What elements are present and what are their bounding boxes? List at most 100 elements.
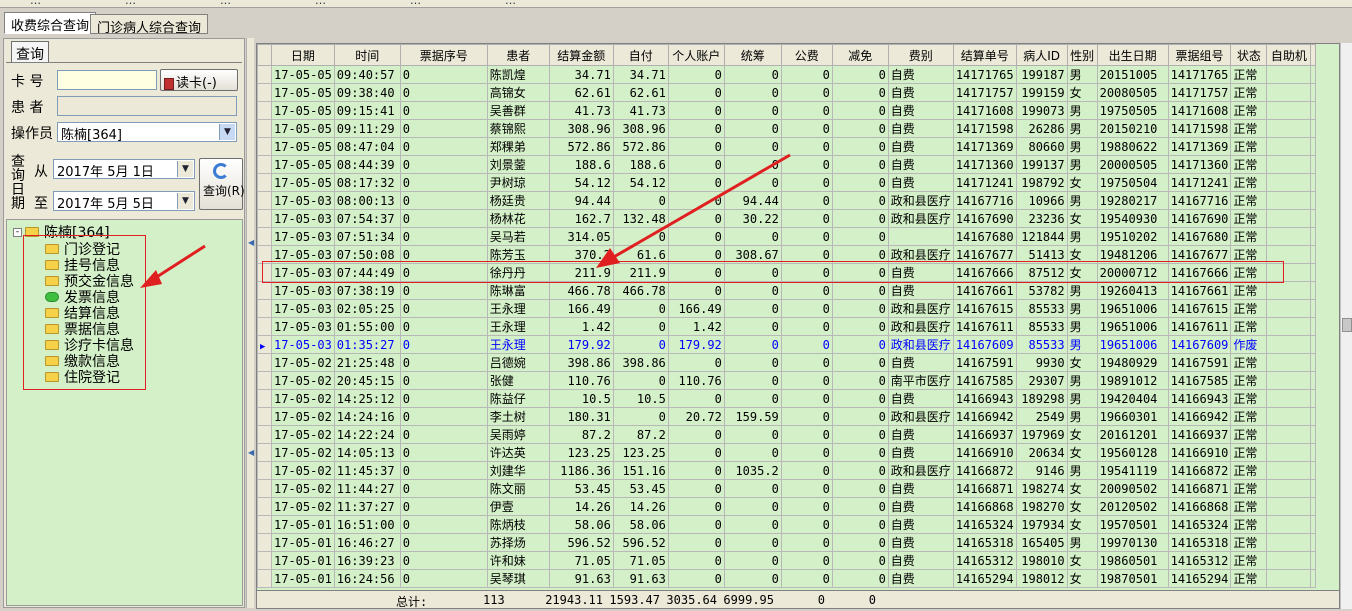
table-row[interactable]: 17-05-03 08:00:13 0 杨廷贵 94.44 0 0 94.44 0 0 政和县医疗 1… <box>257 191 1317 210</box>
patient-field[interactable] <box>57 96 237 116</box>
table-row[interactable]: 17-05-03 07:50:08 0 陈芳玉 370.2 61.6 0 308.67 0 0 政和… <box>257 245 1317 264</box>
row-indicator[interactable] <box>257 515 272 534</box>
chevron-down-icon[interactable]: ▼ <box>177 193 193 209</box>
collapse-icon[interactable]: - <box>13 227 22 237</box>
toolbar-item[interactable]: … <box>125 0 136 7</box>
row-indicator[interactable] <box>257 245 272 264</box>
row-indicator[interactable] <box>257 461 272 480</box>
table-row[interactable]: 17-05-02 11:45:37 0 刘建华 1186.36 151.16 0 1035.2… <box>257 461 1317 480</box>
table-row[interactable]: 17-05-05 08:17:32 0 尹树琼 54.12 54.12 0 0 0 0 自费 1417… <box>257 173 1317 192</box>
row-indicator[interactable]: ▶ <box>257 335 272 354</box>
chevron-down-icon[interactable]: ▼ <box>177 161 193 177</box>
row-indicator[interactable] <box>257 227 272 246</box>
chevron-left-icon[interactable]: ◀ <box>248 448 254 457</box>
records-grid[interactable]: 日期 时间 票据序号 患者 结算金额 自付 个人账户 统筹 公费 减免 费别 结算单号 病人ID 性别 出生… <box>256 43 1340 609</box>
column-header[interactable]: 日期 <box>271 44 335 66</box>
table-row[interactable]: 17-05-02 14:24:16 0 李土树 180.31 0 20.72 159.59 0 0… <box>257 407 1317 426</box>
row-indicator[interactable] <box>257 83 272 102</box>
column-header[interactable]: 票据序号 <box>399 44 488 66</box>
row-indicator[interactable] <box>257 173 272 192</box>
row-indicator[interactable] <box>257 155 272 174</box>
row-indicator[interactable] <box>257 497 272 516</box>
column-header[interactable]: 统筹 <box>723 44 782 66</box>
table-row[interactable]: 17-05-02 14:05:13 0 许达英 123.25 123.25 0 0 0 0 自费 14… <box>257 443 1317 462</box>
to-date-picker[interactable]: 2017年 5月 5日 ▼ <box>53 191 195 211</box>
tab-fee-query[interactable]: 收费综合查询 <box>4 12 97 34</box>
column-header[interactable]: 公费 <box>780 44 833 66</box>
row-indicator[interactable] <box>257 209 272 228</box>
table-row[interactable]: 17-05-05 09:11:29 0 蔡锦熙 308.96 308.96 0 0 0 0 自费 14… <box>257 119 1317 138</box>
row-indicator[interactable] <box>257 353 272 372</box>
table-row[interactable]: 17-05-01 16:24:56 0 吴琴琪 91.63 91.63 0 0 0 0 自费 1416… <box>257 569 1317 588</box>
table-row[interactable]: 17-05-03 01:55:00 0 王永理 1.42 0 1.42 0 0 0 政和县医疗 141… <box>257 317 1317 336</box>
column-header[interactable]: 结算单号 <box>952 44 1017 66</box>
column-header[interactable]: 时间 <box>333 44 401 66</box>
table-row[interactable]: ▶ 17-05-03 01:35:27 0 王永理 179.92 0 179.92 0 0 0 政和县… <box>257 335 1317 354</box>
operator-select[interactable]: 陈楠[364] ▼ <box>57 122 237 142</box>
column-header[interactable]: 个人账户 <box>667 44 725 66</box>
row-indicator[interactable] <box>257 569 272 588</box>
row-indicator[interactable] <box>257 479 272 498</box>
toolbar-item[interactable]: … <box>505 0 516 7</box>
toolbar-item[interactable]: … <box>220 0 231 7</box>
table-row[interactable]: 17-05-03 07:44:49 0 徐丹丹 211.9 211.9 0 0 0 0 自费 1416… <box>257 263 1317 282</box>
query-button[interactable]: 查询(R) <box>199 158 245 210</box>
column-header[interactable]: 自助机 <box>1266 44 1312 66</box>
table-row[interactable]: 17-05-03 07:54:37 0 杨林花 162.7 132.48 0 30.22 0 0 政… <box>257 209 1317 228</box>
scrollbar-thumb[interactable] <box>1342 318 1352 332</box>
from-date-picker[interactable]: 2017年 5月 1日 ▼ <box>53 159 195 179</box>
row-indicator[interactable] <box>257 119 272 138</box>
toolbar-item[interactable]: … <box>30 0 41 7</box>
table-row[interactable]: 17-05-01 16:51:00 0 陈炳枝 58.06 58.06 0 0 0 0 自费 1416… <box>257 515 1317 534</box>
row-indicator[interactable] <box>257 281 272 300</box>
toolbar-item[interactable]: … <box>315 0 326 7</box>
row-indicator[interactable] <box>257 263 272 282</box>
table-row[interactable]: 17-05-02 14:25:12 0 陈益仔 10.5 10.5 0 0 0 0 自费 141669… <box>257 389 1317 408</box>
row-indicator[interactable] <box>257 191 272 210</box>
column-header[interactable]: 结算金额 <box>548 44 614 66</box>
table-row[interactable]: 17-05-03 07:51:34 0 吴马若 314.05 0 0 0 0 0 14167680 1… <box>257 227 1317 246</box>
table-row[interactable]: 17-05-01 16:39:23 0 许和妹 71.05 71.05 0 0 0 0 自费 1416… <box>257 551 1317 570</box>
row-indicator[interactable] <box>257 137 272 156</box>
table-row[interactable]: 17-05-02 21:25:48 0 吕德婉 398.86 398.86 0 0 0 0 自费 14… <box>257 353 1317 372</box>
table-row[interactable]: 17-05-03 02:05:25 0 王永理 166.49 0 166.49 0 0 0 政和县医… <box>257 299 1317 318</box>
vertical-scrollbar[interactable] <box>1340 43 1352 609</box>
row-indicator[interactable] <box>257 65 272 84</box>
tree-item[interactable]: 住院登记 <box>45 367 120 387</box>
row-indicator[interactable] <box>257 389 272 408</box>
table-row[interactable]: 17-05-01 16:46:27 0 苏择炀 596.52 596.52 0 0 0 0 自费 14… <box>257 533 1317 552</box>
table-row[interactable]: 17-05-05 08:44:39 0 刘景蓥 188.6 188.6 0 0 0 0 自费 1417… <box>257 155 1317 174</box>
row-indicator[interactable] <box>257 371 272 390</box>
table-row[interactable]: 17-05-05 09:15:41 0 吴善群 41.73 41.73 0 0 0 0 自费 1417… <box>257 101 1317 120</box>
table-row[interactable]: 17-05-03 07:38:19 0 陈琳富 466.78 466.78 0 0 0 0 自费 14… <box>257 281 1317 300</box>
chevron-left-icon[interactable]: ◀ <box>248 238 254 247</box>
column-header[interactable]: 患者 <box>486 44 550 66</box>
column-header[interactable]: 状态 <box>1230 44 1268 66</box>
column-header[interactable]: 病人ID <box>1015 44 1068 66</box>
row-indicator[interactable] <box>257 407 272 426</box>
table-row[interactable]: 17-05-05 09:38:40 0 高锦女 62.61 62.61 0 0 0 0 自费 1417… <box>257 83 1317 102</box>
row-indicator[interactable] <box>257 101 272 120</box>
row-indicator[interactable] <box>257 551 272 570</box>
row-indicator[interactable] <box>257 443 272 462</box>
column-header[interactable]: 票据组号 <box>1167 44 1232 66</box>
chevron-down-icon[interactable]: ▼ <box>219 124 235 140</box>
row-indicator[interactable] <box>257 317 272 336</box>
column-header[interactable]: 费别 <box>887 44 954 66</box>
read-card-button[interactable]: 读卡(-) <box>160 69 238 91</box>
table-row[interactable]: 17-05-02 11:44:27 0 陈文丽 53.45 53.45 0 0 0 0 自费 1416… <box>257 479 1317 498</box>
table-row[interactable]: 17-05-02 11:37:27 0 伊壹 14.26 14.26 0 0 0 0 自费 14166… <box>257 497 1317 516</box>
column-header[interactable]: 自付 <box>612 44 669 66</box>
card-input[interactable] <box>57 70 157 90</box>
toolbar-item[interactable]: … <box>410 0 421 7</box>
tab-outpatient-query[interactable]: 门诊病人综合查询 <box>90 14 209 36</box>
column-header[interactable]: 性别 <box>1066 44 1098 66</box>
splitter[interactable]: ◀ ◀ <box>246 38 254 608</box>
row-indicator[interactable] <box>257 299 272 318</box>
row-indicator[interactable] <box>257 533 272 552</box>
table-row[interactable]: 17-05-02 20:45:15 0 张健 110.76 0 110.76 0 0 0 南平市医疗… <box>257 371 1317 390</box>
row-indicator[interactable] <box>257 425 272 444</box>
column-header[interactable]: 减免 <box>831 44 889 66</box>
table-row[interactable]: 17-05-02 14:22:24 0 吴雨婷 87.2 87.2 0 0 0 0 自费 141669… <box>257 425 1317 444</box>
table-row[interactable]: 17-05-05 09:40:57 0 陈凯煌 34.71 34.71 0 0 0 0 自费 1417… <box>257 65 1317 84</box>
